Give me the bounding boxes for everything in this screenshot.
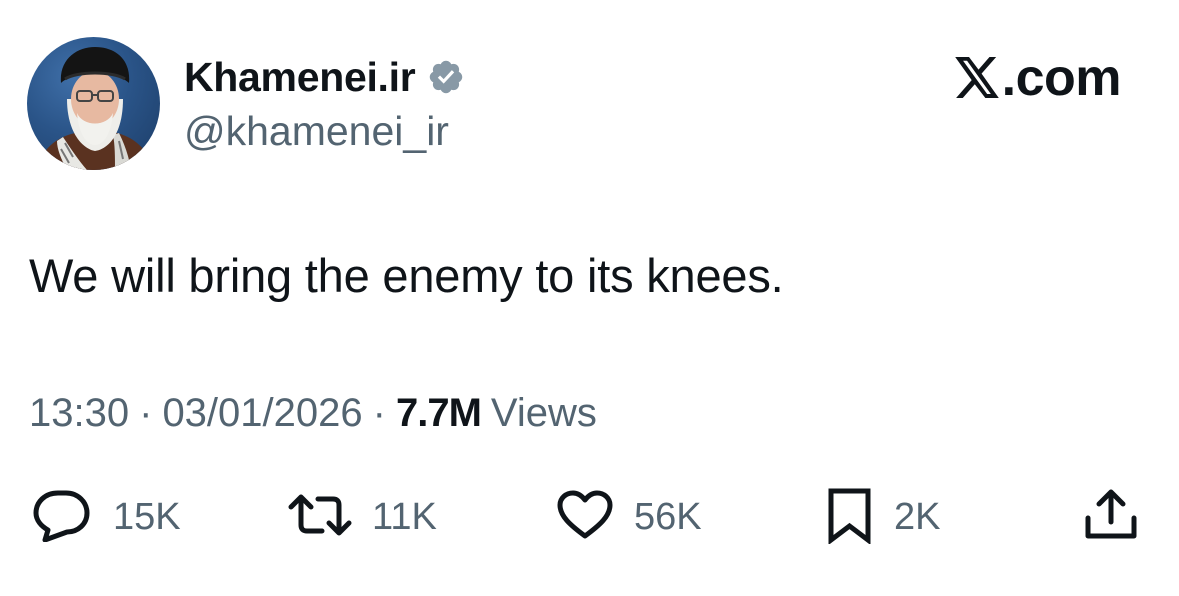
tweet-time[interactable]: 13:30 [29,391,129,436]
meta-separator: · [372,391,386,435]
reply-count: 15K [113,495,181,538]
like-button[interactable]: 56K [556,487,702,547]
bookmark-button[interactable]: 2K [826,487,940,547]
tweet-text: We will bring the enemy to its knees. [29,249,784,302]
tweet-date[interactable]: 03/01/2026 [162,391,362,436]
views-label: Views [490,391,597,435]
repost-button[interactable]: 11K [288,487,437,547]
repost-count: 11K [372,495,437,538]
share-icon [1083,488,1139,547]
verified-badge-icon [427,58,465,96]
brand-domain-text: .com [1001,49,1122,107]
repost-icon [288,493,352,542]
heart-icon [556,490,614,545]
avatar-image [37,47,153,170]
author-display-name[interactable]: Khamenei.ir [184,54,416,101]
views-count: 7.7M [395,391,482,435]
avatar[interactable] [27,37,160,170]
reply-button[interactable]: 15K [31,487,181,547]
reply-icon [31,488,93,547]
tweet-meta: 13:30 · 03/01/2026 · 7.7M Views [29,391,597,436]
x-logo-icon [953,55,1001,101]
x-com-brand: .com [953,49,1122,107]
author-name-row: Khamenei.ir [184,52,465,102]
bookmark-icon [826,486,874,549]
author-handle[interactable]: @khamenei_ir [184,108,449,155]
tweet-card: Khamenei.ir @khamenei_ir .com We will br… [0,0,1179,596]
meta-separator: · [139,391,153,435]
like-count: 56K [634,495,702,538]
bookmark-count: 2K [894,495,941,538]
share-button[interactable] [1083,487,1139,547]
